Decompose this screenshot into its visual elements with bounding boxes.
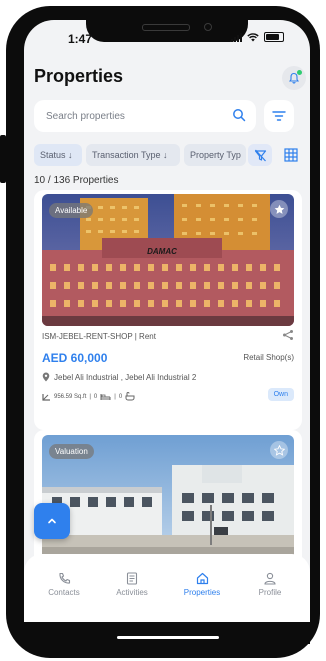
app-screen: 1:47 Properties Status ↓ Transaction Typ… — [24, 20, 310, 644]
transaction-type-filter-chip[interactable]: Transaction Type ↓ — [86, 144, 180, 166]
sort-button[interactable] — [264, 100, 294, 132]
search-icon[interactable] — [232, 108, 246, 122]
camera-icon — [204, 23, 212, 31]
favorite-button[interactable] — [270, 200, 288, 218]
bathroom-count: 0 — [118, 393, 123, 400]
nav-label-profile: Profile — [258, 588, 282, 597]
wifi-icon — [247, 32, 259, 41]
share-icon[interactable] — [282, 329, 294, 341]
location-pin-icon — [42, 372, 50, 382]
nav-profile[interactable]: Profile — [240, 572, 300, 597]
nav-properties[interactable]: Properties — [172, 572, 232, 597]
favorite-button[interactable] — [270, 441, 288, 459]
notch — [86, 20, 248, 42]
specs-row: 956.59 Sq.ft | 0 | 0 — [42, 392, 135, 401]
home-indicator[interactable] — [117, 636, 219, 639]
bed-icon — [100, 393, 111, 400]
results-count: 10 / 136 Properties — [34, 175, 119, 186]
property-reference: ISM-JEBEL-RENT-SHOP | Rent — [42, 332, 156, 341]
status-filter-chip[interactable]: Status ↓ — [34, 144, 82, 166]
spec-divider: | — [114, 393, 116, 400]
page-title: Properties — [34, 66, 124, 86]
status-icons — [231, 32, 284, 42]
bottom-nav: Contacts Activities Properties Profile — [24, 554, 310, 622]
filter-off-icon — [254, 149, 266, 161]
user-icon — [264, 572, 276, 585]
area-icon — [42, 393, 50, 401]
property-card[interactable]: DAMAC Available ISM-JEBEL-RENT-SHOP | Re… — [34, 190, 302, 430]
bedroom-count: 0 — [93, 393, 98, 400]
home-icon — [196, 572, 208, 585]
property-area: 956.59 Sq.ft — [54, 393, 87, 400]
search-box[interactable] — [34, 100, 256, 132]
location-row: Jebel Ali Industrial , Jebel Ali Industr… — [42, 372, 196, 382]
status-badge: Available — [49, 203, 94, 218]
notification-dot — [297, 70, 302, 75]
property-type-filter-chip[interactable]: Property Typ — [184, 144, 246, 166]
nav-activities[interactable]: Activities — [102, 572, 162, 597]
battery-icon — [264, 32, 284, 42]
nav-label-properties: Properties — [183, 588, 221, 597]
spec-divider: | — [89, 393, 91, 400]
bath-icon — [125, 392, 135, 401]
search-input[interactable] — [44, 109, 228, 123]
chevron-up-icon — [48, 518, 56, 524]
clear-filters-button[interactable] — [248, 144, 272, 166]
scroll-top-button[interactable] — [34, 503, 70, 539]
phone-side-button — [0, 135, 6, 183]
notification-button[interactable] — [282, 66, 306, 90]
nav-contacts[interactable]: Contacts — [34, 572, 94, 597]
ownership-badge: Own — [267, 388, 294, 401]
star-icon — [274, 204, 284, 214]
signal-icon — [231, 32, 242, 42]
status-badge: Valuation — [49, 444, 94, 459]
sort-lines-icon — [272, 111, 286, 121]
document-icon — [126, 572, 138, 585]
home-bar-area — [24, 622, 310, 644]
property-location: Jebel Ali Industrial , Jebel Ali Industr… — [54, 372, 197, 382]
status-time: 1:47 — [68, 32, 93, 46]
building-sign: DAMAC — [147, 247, 177, 256]
grid-view-button[interactable] — [278, 144, 304, 166]
nav-label-contacts: Contacts — [48, 588, 80, 597]
property-price: AED 60,000 — [42, 351, 108, 365]
nav-label-activities: Activities — [116, 588, 148, 597]
property-category: Retail Shop(s) — [243, 353, 294, 362]
star-outline-icon — [273, 444, 285, 456]
speaker-icon — [142, 24, 190, 31]
phone-icon — [58, 572, 70, 584]
property-image[interactable]: DAMAC Available — [42, 194, 294, 326]
grid-icon — [284, 148, 298, 162]
